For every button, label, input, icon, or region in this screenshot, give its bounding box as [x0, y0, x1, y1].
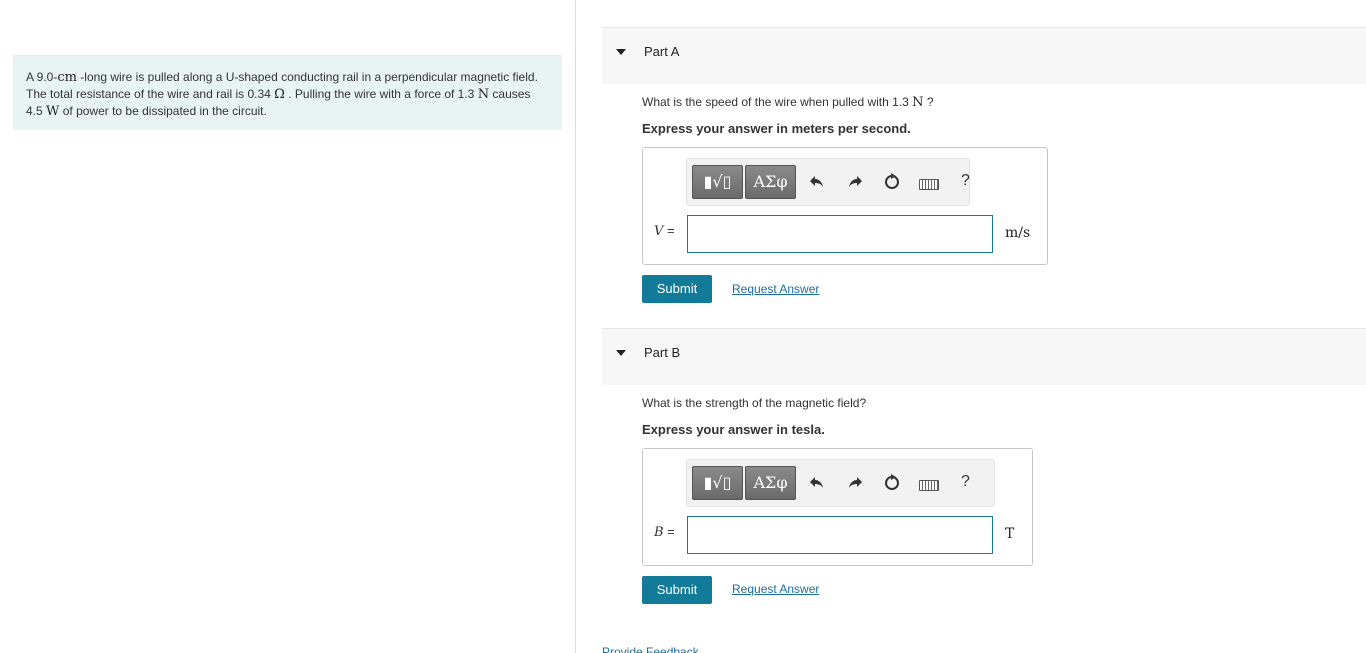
part-a-answer-box: ▮√▯ ΑΣφ ? V = m/s [642, 147, 1048, 265]
part-b-question: What is the strength of the magnetic fie… [642, 396, 866, 410]
problem-text: of power to be dissipated in the circuit… [59, 104, 267, 118]
part-b-submit-button[interactable]: Submit [642, 576, 712, 604]
unit-cm: cm [57, 70, 77, 85]
undo-icon[interactable] [807, 172, 827, 192]
part-b-answer-box: ▮√▯ ΑΣφ ? B = T [642, 448, 1033, 566]
part-b-answer-input[interactable] [687, 516, 993, 554]
equals-sign: = [663, 223, 675, 238]
part-a-answer-input[interactable] [687, 215, 993, 253]
redo-icon[interactable] [845, 172, 865, 192]
reset-icon[interactable] [882, 473, 902, 493]
keyboard-icon[interactable] [919, 179, 939, 190]
templates-icon[interactable]: ▮√▯ [692, 466, 743, 500]
variable-symbol: B [654, 525, 664, 540]
part-b-instruction: Express your answer in tesla. [642, 422, 825, 437]
question-text: What is the speed of the wire when pulle… [642, 95, 913, 109]
math-toolbar: ▮√▯ ΑΣφ ? [686, 158, 970, 206]
undo-icon[interactable] [807, 473, 827, 493]
reset-icon[interactable] [882, 172, 902, 192]
provide-feedback-link[interactable]: Provide Feedback [602, 645, 699, 653]
question-text: What is the strength of the magnetic fie… [642, 396, 867, 410]
problem-statement: A 9.0-cm -long wire is pulled along a U-… [13, 55, 562, 130]
help-icon[interactable]: ? [961, 473, 970, 491]
keyboard-icon[interactable] [919, 480, 939, 491]
part-a-submit-button[interactable]: Submit [642, 275, 712, 303]
templates-icon[interactable]: ▮√▯ [692, 165, 743, 199]
unit-watt: W [46, 104, 60, 119]
unit-label: m/s [1005, 225, 1031, 241]
part-b-header[interactable]: Part B [602, 328, 1366, 385]
unit-ohm: Ω [274, 87, 285, 102]
parts-pane: Part A What is the speed of the wire whe… [576, 0, 1366, 653]
help-icon[interactable]: ? [961, 172, 970, 190]
part-b-title: Part B [644, 345, 681, 360]
part-a-header[interactable]: Part A [602, 27, 1366, 84]
symbols-icon[interactable]: ΑΣφ [745, 165, 796, 199]
part-a-request-answer-link[interactable]: Request Answer [732, 282, 819, 296]
part-a-instruction: Express your answer in meters per second… [642, 121, 911, 136]
unit-label: T [1005, 526, 1015, 542]
question-unit: N [912, 95, 924, 110]
part-b-request-answer-link[interactable]: Request Answer [732, 582, 819, 596]
equals-sign: = [663, 524, 675, 539]
problem-text: . Pulling the wire with a force of 1.3 [284, 87, 478, 101]
part-a-question: What is the speed of the wire when pulle… [642, 95, 934, 110]
part-a-title: Part A [644, 44, 680, 59]
variable-label: B = [654, 524, 675, 540]
variable-label: V = [654, 223, 675, 239]
symbols-icon[interactable]: ΑΣφ [745, 466, 796, 500]
collapse-caret-icon[interactable] [616, 350, 626, 356]
unit-newton: N [477, 87, 490, 102]
math-toolbar: ▮√▯ ΑΣφ ? [686, 459, 995, 507]
redo-icon[interactable] [845, 473, 865, 493]
question-text: ? [923, 95, 934, 109]
problem-pane: A 9.0-cm -long wire is pulled along a U-… [0, 0, 576, 653]
collapse-caret-icon[interactable] [616, 49, 626, 55]
variable-symbol: V [654, 224, 664, 239]
problem-text: A 9.0- [26, 70, 58, 84]
